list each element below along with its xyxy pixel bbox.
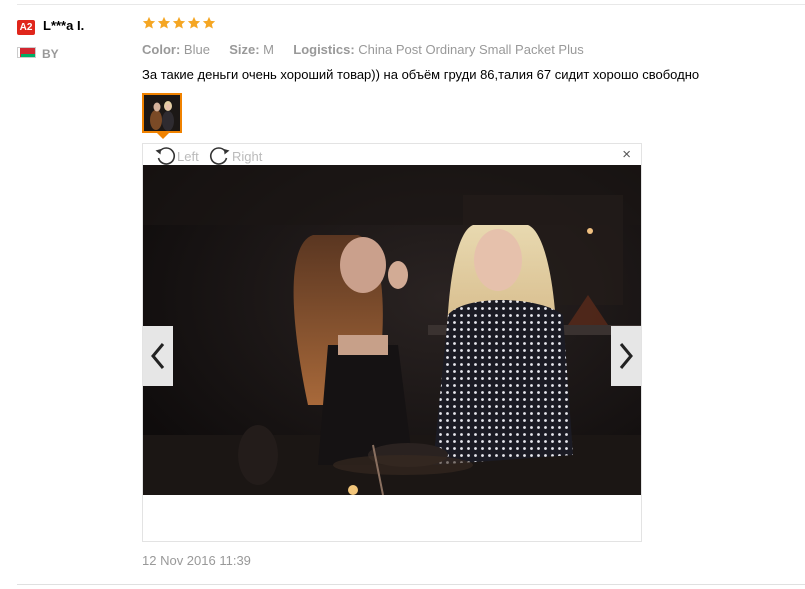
prev-photo-button[interactable] xyxy=(143,326,173,386)
size-label: Size: xyxy=(229,42,260,57)
logistics-label: Logistics: xyxy=(293,42,355,57)
rotate-left-icon xyxy=(154,146,177,166)
star-icon xyxy=(172,16,186,30)
bottom-divider xyxy=(17,584,805,585)
star-icon xyxy=(202,16,216,30)
rotate-right-label: Right xyxy=(232,148,263,164)
rotate-right-button[interactable]: Right xyxy=(209,146,262,166)
star-icon xyxy=(142,16,156,30)
top-divider xyxy=(17,4,805,5)
logistics-value: China Post Ordinary Small Packet Plus xyxy=(358,42,584,57)
star-icon xyxy=(187,16,201,30)
photo-thumbnail[interactable] xyxy=(142,93,182,133)
country-flag-icon xyxy=(17,47,36,58)
thumbnail-pointer xyxy=(157,133,169,139)
star-rating xyxy=(142,16,216,30)
color-value: Blue xyxy=(183,42,210,57)
color-label: Color: xyxy=(142,42,181,57)
next-photo-button[interactable] xyxy=(611,326,641,386)
size-value: M xyxy=(263,42,274,57)
review-date: 12 Nov 2016 11:39 xyxy=(142,553,251,568)
rotate-left-button[interactable]: Left xyxy=(154,146,199,166)
star-icon xyxy=(157,16,171,30)
close-icon[interactable]: × xyxy=(622,146,631,163)
level-badge: A2 xyxy=(17,20,35,35)
review-text: За такие деньги очень хороший товар)) на… xyxy=(142,67,700,82)
chevron-right-icon xyxy=(619,343,633,369)
country-code: BY xyxy=(42,47,59,61)
photo-viewer: Left Right × xyxy=(142,143,642,542)
rotate-right-icon xyxy=(209,146,232,166)
user-name: L***a I. xyxy=(43,18,85,33)
rotate-left-label: Left xyxy=(177,148,199,164)
chevron-left-icon xyxy=(151,343,165,369)
order-attributes: Color: Blue Size: M Logistics: China Pos… xyxy=(142,42,584,57)
review-photo xyxy=(143,165,641,495)
